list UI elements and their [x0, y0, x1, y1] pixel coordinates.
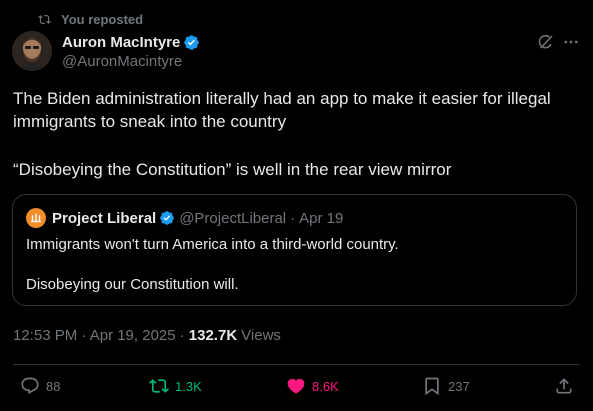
author-name-line[interactable]: Auron MacIntyre: [62, 34, 200, 51]
bookmark-button[interactable]: 237: [422, 376, 470, 396]
avatar[interactable]: [12, 31, 52, 71]
divider: [13, 364, 580, 365]
project-liberal-logo-icon: [26, 208, 46, 228]
views-count: 132.7K: [188, 327, 238, 344]
repost-count: 1.3K: [175, 378, 202, 394]
bookmark-icon: [425, 377, 439, 396]
meta-separator: ·: [290, 209, 296, 227]
verified-badge-icon: [160, 211, 175, 225]
author-name[interactable]: Auron MacIntyre: [62, 34, 180, 51]
quoted-post-header: Project Liberal @ProjectLiberal · Apr 19: [26, 208, 343, 228]
reply-icon: [21, 377, 39, 395]
post-text-line: The Biden administration literally had a…: [13, 89, 551, 108]
post-timestamp[interactable]: 12:53 PM · Apr 19, 2025 ·: [13, 327, 185, 344]
post-text-line: “Disobeying the Constitution” is well in…: [13, 160, 452, 179]
post-text-line: immigrants to sneak into the country: [13, 112, 287, 131]
repost-icon: [38, 14, 51, 24]
more-button[interactable]: [562, 33, 580, 51]
bookmark-count: 237: [448, 378, 470, 394]
repost-banner-text: You reposted: [61, 11, 144, 27]
quoted-post-date[interactable]: Apr 19: [299, 210, 343, 227]
share-icon: [556, 378, 572, 394]
quoted-post-text-line: Immigrants won't turn America into a thi…: [26, 236, 399, 253]
like-button[interactable]: 8.6K: [286, 376, 339, 396]
verified-badge-icon: [184, 35, 200, 50]
repost-button[interactable]: 1.3K: [149, 376, 202, 396]
author-handle[interactable]: @AuronMacintyre: [62, 53, 182, 70]
quoted-post-text-line: Disobeying our Constitution will.: [26, 276, 239, 293]
reply-count: 88: [46, 378, 61, 394]
grok-icon: [538, 34, 553, 49]
repost-icon: [149, 379, 169, 393]
quoted-author-handle[interactable]: @ProjectLiberal: [179, 210, 286, 227]
repost-banner: You reposted: [38, 11, 143, 27]
views-label: Views: [241, 327, 281, 344]
grok-button[interactable]: [537, 33, 555, 51]
avatar-image: [12, 31, 52, 71]
more-icon: [564, 40, 578, 44]
share-button[interactable]: [554, 376, 580, 396]
like-count: 8.6K: [312, 378, 339, 394]
post-meta-row: 12:53 PM · Apr 19, 2025 · 132.7K Views: [13, 327, 281, 344]
reply-button[interactable]: 88: [20, 376, 60, 396]
heart-icon: [287, 378, 305, 394]
quoted-author-name[interactable]: Project Liberal: [52, 210, 156, 227]
quoted-post-card[interactable]: Project Liberal @ProjectLiberal · Apr 19…: [12, 194, 577, 306]
